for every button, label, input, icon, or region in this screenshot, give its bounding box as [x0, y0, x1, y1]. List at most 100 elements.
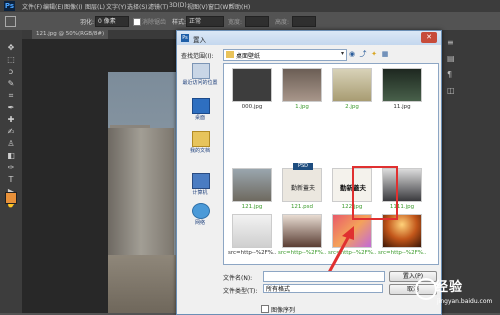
feather-label: 羽化: [80, 19, 95, 26]
file-item[interactable]: 2.jpg [332, 68, 372, 110]
network-icon [192, 203, 210, 219]
file-thumbnail [282, 214, 322, 248]
place-label: 网络 [194, 220, 205, 226]
back-icon[interactable]: ◉ [347, 49, 357, 59]
recent-places-icon [192, 63, 210, 79]
marquee-tool-icon[interactable] [5, 16, 16, 27]
file-item[interactable]: 000.jpg [232, 68, 272, 110]
lookin-label: 查找范围(I): [181, 53, 214, 60]
brush-icon[interactable]: ✍ [5, 126, 17, 137]
height-label: 高度: [275, 19, 290, 26]
menu-help[interactable]: 帮助(H) [229, 2, 250, 11]
place-label: 我的文档 [189, 148, 210, 154]
document-tab[interactable]: 121.jpg @ 50%(RGB/8#) [32, 30, 109, 39]
lasso-icon[interactable]: ↄ [5, 66, 17, 77]
places-bar: 最近访问的位置 桌面 我的文档 计算机 网络 [180, 63, 220, 263]
filetype-select[interactable]: 所有格式 [263, 284, 383, 293]
file-item[interactable]: 11.jpg [382, 68, 422, 110]
file-item[interactable]: src=http--%2F%... [228, 214, 276, 256]
documents-icon [192, 131, 210, 147]
file-thumbnail [232, 214, 272, 248]
close-icon[interactable]: ✕ [421, 32, 437, 43]
file-item[interactable]: src=http--%2F%... [278, 214, 326, 256]
file-name: 121.psd [290, 204, 314, 210]
psd-badge: PSD [293, 163, 313, 170]
menu-file[interactable]: 文件(F) [22, 2, 42, 11]
menu-window[interactable]: 窗口(W) [208, 2, 231, 11]
width-input[interactable] [245, 16, 269, 27]
menu-image[interactable]: 图像(I) [64, 2, 82, 11]
stamp-icon[interactable]: ♙ [5, 138, 17, 149]
menu-type[interactable]: 文字(Y) [106, 2, 126, 11]
file-thumbnail [232, 68, 272, 102]
photoshop-logo: Ps [4, 1, 15, 11]
dialog-title: 置入 [193, 36, 206, 44]
dialog-app-icon: Ps [181, 34, 189, 42]
crop-icon[interactable]: ⌗ [5, 90, 17, 101]
pen-icon[interactable]: ✑ [5, 162, 17, 173]
up-folder-icon[interactable]: ⤴ [358, 49, 368, 59]
file-name: 11.jpg [393, 104, 411, 110]
antialias-checkbox[interactable] [133, 18, 141, 26]
file-item[interactable]: 121.jpg [232, 168, 272, 210]
view-menu-icon[interactable]: ▦ [380, 49, 390, 59]
file-item[interactable]: src=http--%2F%... [378, 214, 426, 256]
properties-icon[interactable]: ◫ [447, 86, 455, 95]
type-tool-icon[interactable]: T [5, 174, 17, 185]
sequence-checkbox[interactable] [261, 305, 269, 313]
menu-3d[interactable]: 3D(D) [169, 2, 187, 9]
place-network[interactable]: 网络 [180, 203, 220, 231]
place-label: 计算机 [192, 190, 208, 196]
menu-filter[interactable]: 滤镜(T) [148, 2, 168, 11]
history-icon[interactable]: ≡ [447, 38, 454, 47]
place-dialog: Ps 置入 ✕ 查找范围(I): 桌面壁纸 ▾ ◉ ⤴ ✦ ▦ 最近访问的位置 … [176, 30, 442, 315]
menu-layer[interactable]: 图层(L) [85, 2, 105, 11]
menu-edit[interactable]: 编辑(E) [43, 2, 63, 11]
file-name: 121.jpg [241, 204, 263, 210]
menu-view[interactable]: 视图(V) [187, 2, 208, 11]
foreground-color-swatch[interactable] [5, 192, 17, 204]
place-label: 桌面 [194, 115, 205, 121]
healing-icon[interactable]: ✚ [5, 114, 17, 125]
watermark-main: 经验 [435, 280, 464, 295]
new-folder-icon[interactable]: ✦ [369, 49, 379, 59]
folder-icon [226, 51, 234, 58]
file-name: 1.jpg [295, 104, 309, 110]
filename-input[interactable] [263, 271, 385, 282]
selection-highlight [352, 166, 398, 220]
place-recent[interactable]: 最近访问的位置 [180, 63, 220, 91]
menu-bar: Ps 文件(F) 编辑(E) 图像(I) 图层(L) 文字(Y) 选择(S) 滤… [0, 0, 500, 12]
place-documents[interactable]: 我的文档 [180, 131, 220, 159]
move-tool-icon[interactable]: ✥ [5, 42, 17, 53]
file-item[interactable]: PSD 勤新蓋夫 121.psd [282, 163, 322, 210]
rock-shape [108, 128, 174, 258]
antialias-label: 消除锯齿 [142, 19, 167, 26]
eraser-icon[interactable]: ◧ [5, 150, 17, 161]
menu-select[interactable]: 选择(S) [127, 2, 148, 11]
file-thumbnail [332, 68, 372, 102]
file-name: 000.jpg [241, 104, 263, 110]
paragraph-icon[interactable]: ¶ [447, 70, 452, 79]
file-name: src=http--%2F%... [378, 250, 426, 256]
calligraphy-preview: 勤新蓋夫 [290, 185, 315, 192]
height-input[interactable] [292, 16, 316, 27]
place-computer[interactable]: 计算机 [180, 173, 220, 201]
feather-input[interactable]: 0 像素 [95, 16, 129, 27]
file-name: src=http--%2F%... [278, 250, 326, 256]
file-list: 000.jpg 1.jpg 2.jpg 11.jpg 121.jpg PSD 勤… [223, 63, 439, 279]
dialog-titlebar: Ps 置入 ✕ [177, 31, 441, 45]
options-bar: 羽化: 0 像素 消除锯齿 样式: 正常 宽度: 高度: [0, 12, 500, 31]
style-label: 样式: [172, 19, 187, 26]
file-name: src=http--%2F%... [228, 250, 276, 256]
desktop-icon [192, 98, 210, 114]
quick-select-icon[interactable]: ✎ [5, 78, 17, 89]
style-select[interactable]: 正常 [186, 16, 224, 27]
eyedropper-icon[interactable]: ✒ [5, 102, 17, 113]
layers-icon[interactable]: ▤ [447, 54, 455, 63]
watermark-sub: jingyan.baidu.com [437, 298, 493, 305]
place-desktop[interactable]: 桌面 [180, 98, 220, 126]
marquee-icon[interactable]: ⬚ [5, 54, 17, 65]
lookin-select[interactable]: 桌面壁纸 ▾ [223, 49, 347, 61]
file-item[interactable]: 1.jpg [282, 68, 322, 110]
file-name: 2.jpg [345, 104, 359, 110]
